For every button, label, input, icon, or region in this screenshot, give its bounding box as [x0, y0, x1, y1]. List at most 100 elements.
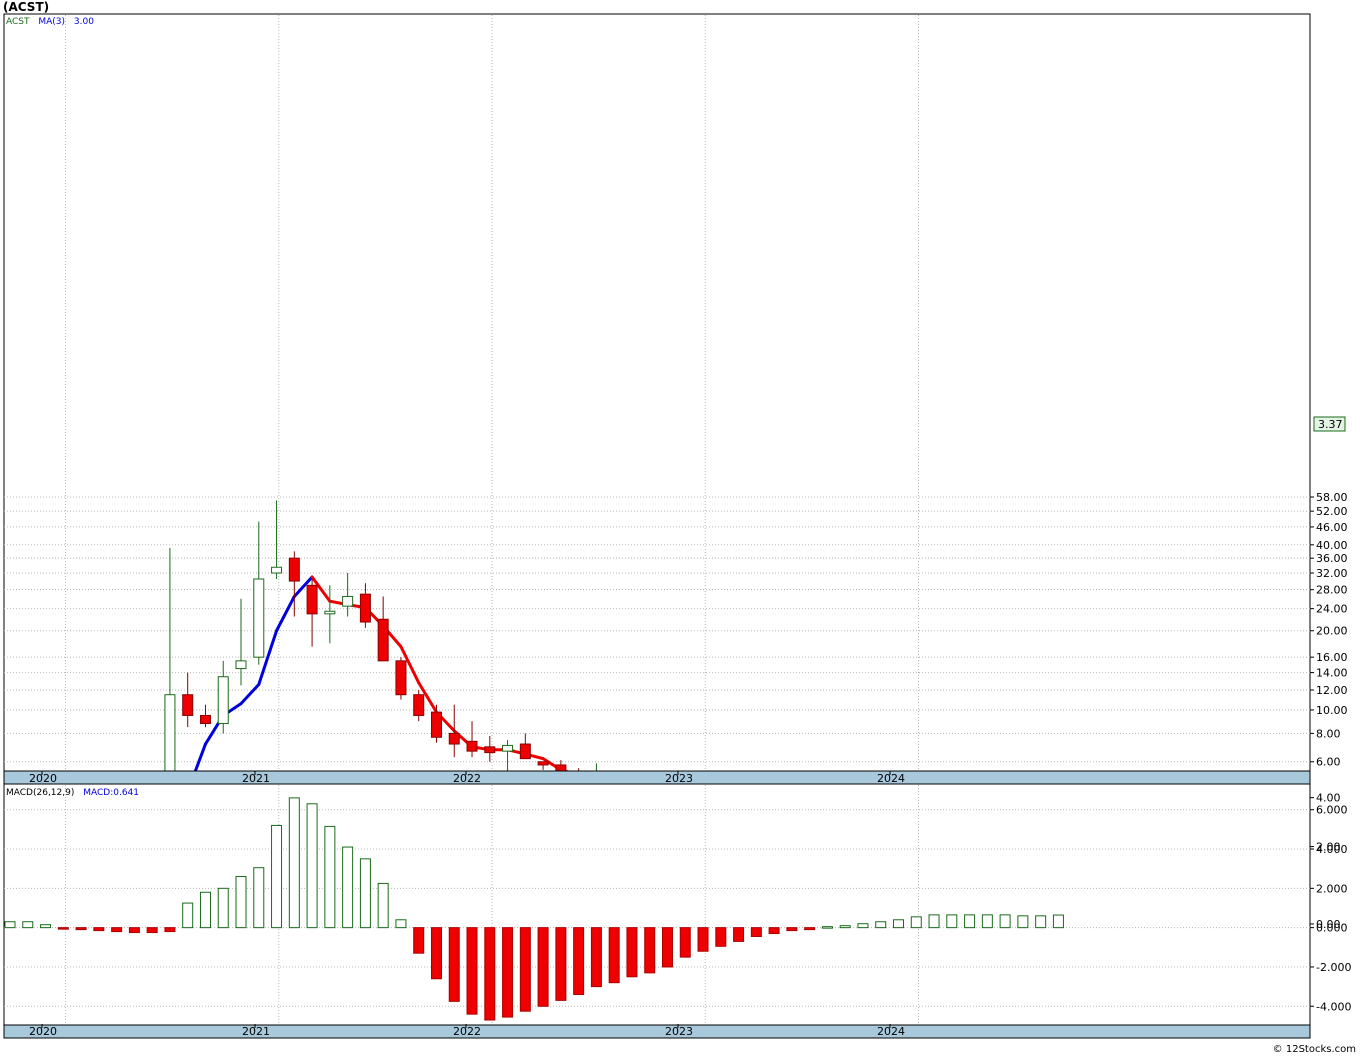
- macd-bar: [1035, 915, 1047, 929]
- macd-bar: [715, 927, 727, 947]
- x-tick-label: 2021: [242, 1025, 270, 1038]
- price-x-axis-band: [3, 770, 1311, 785]
- candle-body: [217, 676, 229, 725]
- x-tick-label: 2020: [29, 1025, 57, 1038]
- chart-title: (ACST): [3, 0, 49, 14]
- price-y-tick-label: 32.00: [1316, 567, 1348, 580]
- candle-body: [377, 618, 389, 662]
- x-tick-label: 2024: [877, 772, 905, 785]
- macd-bar: [661, 927, 673, 968]
- x-tick-label: 2022: [453, 1025, 481, 1038]
- candle-body: [253, 578, 265, 658]
- macd-bar: [413, 927, 425, 954]
- macd-bar: [928, 914, 940, 929]
- price-y-tick-label: 4.00: [1316, 792, 1341, 805]
- x-tick-label: 2022: [453, 772, 481, 785]
- macd-bar: [75, 927, 87, 931]
- macd-bar: [306, 803, 318, 929]
- macd-x-axis-band: [3, 1024, 1311, 1039]
- macd-bar: [608, 927, 620, 984]
- stock-chart: (ACST) 0.002.004.006.008.0010.0012.0014.…: [3, 0, 1356, 1055]
- macd-bar: [271, 824, 283, 929]
- macd-bar: [484, 927, 496, 1021]
- x-tick-label: 2020: [29, 772, 57, 785]
- macd-bar: [679, 927, 691, 958]
- price-y-tick-label: 8.00: [1316, 727, 1341, 740]
- macd-bar: [1017, 915, 1029, 929]
- macd-y-axis: -4.000 -2.000 0.000 2.000 4.000 6.000: [1310, 804, 1351, 1013]
- macd-bar: [164, 927, 176, 933]
- macd-bar: [40, 924, 52, 929]
- macd-bar: [466, 927, 478, 1015]
- price-y-tick-label: 10.00: [1316, 704, 1348, 717]
- macd-bar: [875, 921, 887, 929]
- candle-body: [430, 711, 442, 738]
- price-y-tick-label: 20.00: [1316, 625, 1348, 638]
- x-tick-label: 2021: [242, 772, 270, 785]
- macd-bar: [4, 921, 16, 929]
- macd-y-tick-label: -4.000: [1316, 1000, 1351, 1013]
- macd-bar: [768, 927, 780, 935]
- candle-body: [199, 714, 211, 725]
- price-y-tick-label: 58.00: [1316, 491, 1348, 504]
- candle-body: [466, 740, 478, 752]
- macd-bar: [430, 927, 442, 980]
- candle-body: [324, 610, 336, 615]
- macd-bar: [573, 927, 585, 995]
- macd-bar: [217, 887, 229, 929]
- macd-bar: [697, 927, 709, 952]
- macd-bar: [448, 927, 460, 1002]
- candle-body: [342, 595, 354, 607]
- price-y-tick-label: 16.00: [1316, 651, 1348, 664]
- x-tick-label: 2024: [877, 1025, 905, 1038]
- macd-bar: [644, 927, 656, 974]
- candle-body: [519, 743, 531, 760]
- macd-bar: [146, 927, 158, 934]
- macd-bar: [750, 927, 762, 937]
- macd-bar: [253, 867, 265, 929]
- price-y-tick-label: 6.00: [1316, 756, 1341, 769]
- macd-y-tick-label: -2.000: [1316, 961, 1351, 974]
- candle-body: [288, 557, 300, 582]
- macd-bar: [22, 921, 34, 929]
- macd-bar: [377, 882, 389, 929]
- macd-bar: [57, 927, 69, 930]
- price-y-tick-label: 12.00: [1316, 684, 1348, 697]
- x-tick-label: 2023: [665, 772, 693, 785]
- macd-bar: [199, 891, 211, 929]
- macd-bar: [946, 914, 958, 929]
- legend-ma-value: 3.00: [74, 17, 94, 27]
- candle: [395, 657, 407, 700]
- price-y-axis: 0.002.004.006.008.0010.0012.0014.0016.00…: [1310, 491, 1348, 931]
- macd-bar: [626, 927, 638, 978]
- macd-bar: [182, 902, 194, 929]
- macd-bar: [93, 927, 105, 932]
- macd-bar: [359, 858, 371, 929]
- price-y-tick-label: 36.00: [1316, 552, 1348, 565]
- candle-body: [182, 694, 194, 716]
- svg-text:MACD(26,12,9) MACD:0.641: MACD(26,12,9) MACD:0.641: [6, 788, 139, 798]
- macd-panel: [3, 783, 1311, 1026]
- macd-bar: [804, 927, 816, 931]
- macd-bar: [590, 927, 602, 988]
- candle-body: [502, 744, 514, 752]
- candle-body: [235, 660, 247, 670]
- price-y-tick-label: 40.00: [1316, 539, 1348, 552]
- candle-body: [537, 761, 549, 766]
- macd-bar: [1052, 914, 1064, 929]
- macd-bar: [839, 925, 851, 929]
- candle-body: [448, 732, 460, 745]
- macd-bar: [288, 797, 300, 929]
- last-price-label: 3.37: [1318, 418, 1343, 431]
- candle-body: [413, 694, 425, 716]
- macd-y-tick-label: 2.000: [1316, 882, 1348, 895]
- macd-bar: [786, 927, 798, 932]
- macd-bar: [981, 914, 993, 929]
- x-tick-label: 2023: [665, 1025, 693, 1038]
- price-y-tick-label: 28.00: [1316, 584, 1348, 597]
- macd-bar: [555, 927, 567, 1001]
- macd-bar: [537, 927, 549, 1007]
- candle-body: [359, 593, 371, 623]
- candle-body: [271, 566, 283, 574]
- candle-body: [484, 746, 496, 754]
